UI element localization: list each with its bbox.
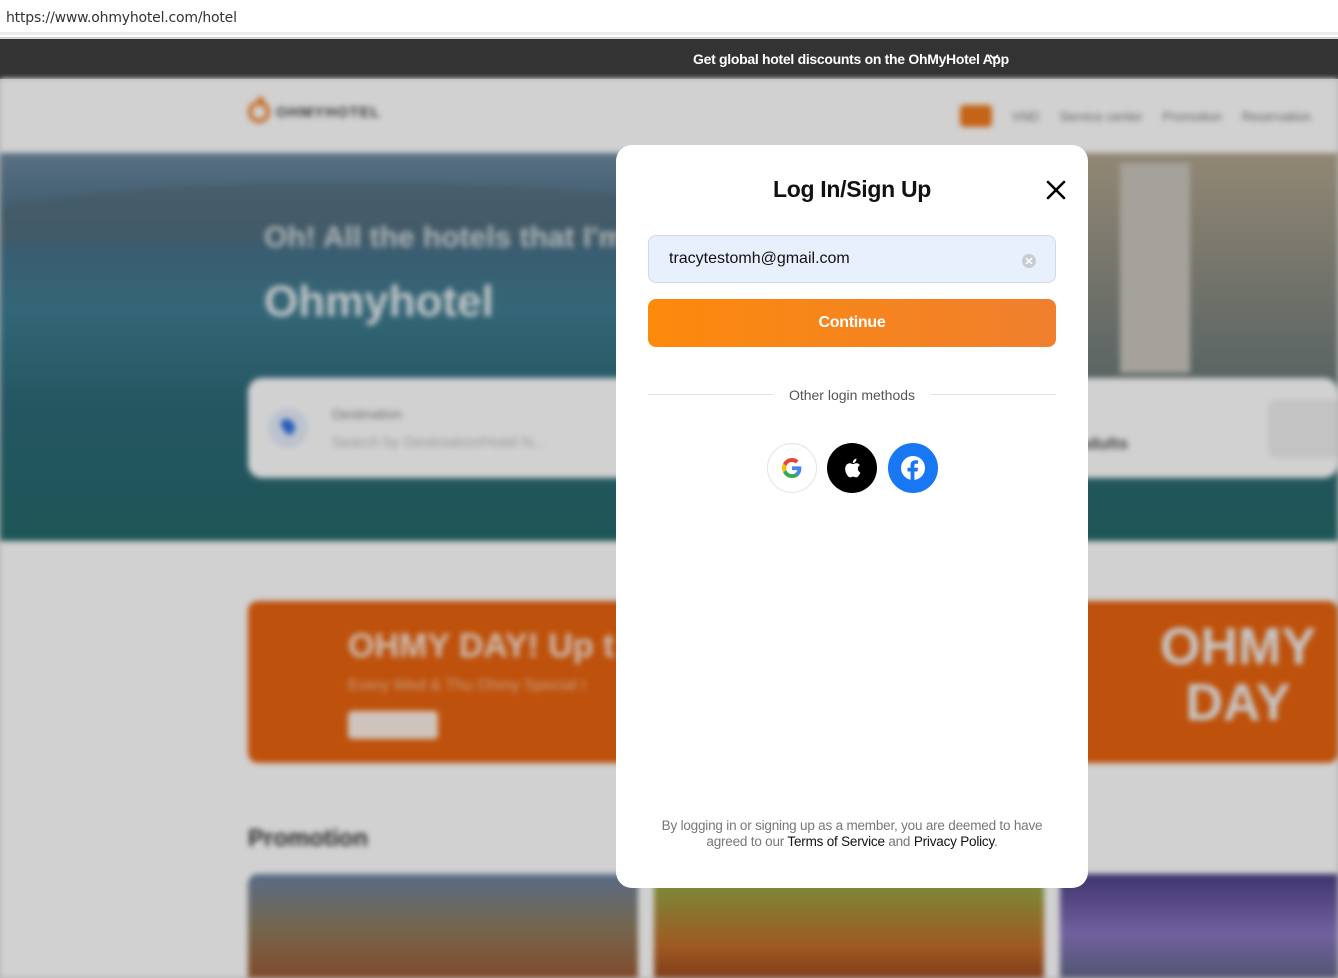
other-login-divider: Other login methods — [648, 385, 1056, 405]
privacy-policy-link[interactable]: Privacy Policy — [914, 834, 994, 849]
google-icon — [782, 458, 802, 478]
google-login-button[interactable] — [767, 443, 817, 493]
app-banner-text: Get global hotel discounts on the OhMyHo… — [693, 51, 1009, 67]
email-field — [648, 235, 1056, 283]
address-bar-divider — [0, 32, 1338, 35]
terms-suffix: . — [994, 834, 998, 849]
apple-icon — [845, 458, 861, 478]
other-login-label: Other login methods — [788, 387, 916, 403]
url-field[interactable]: https://www.ohmyhotel.com/hotel — [6, 10, 237, 26]
modal-title: Log In/Sign Up — [772, 176, 932, 202]
facebook-login-button[interactable] — [888, 443, 938, 493]
login-modal: Log In/Sign Up Continue Other login meth… — [616, 145, 1088, 888]
apple-login-button[interactable] — [827, 443, 877, 493]
terms-of-service-link[interactable]: Terms of Service — [787, 834, 885, 849]
continue-button[interactable]: Continue — [648, 299, 1056, 347]
email-input[interactable] — [669, 236, 1009, 282]
terms-notice: By logging in or signing up as a member,… — [646, 818, 1058, 850]
divider-line-right — [931, 394, 1056, 395]
app-download-banner[interactable]: Get global hotel discounts on the OhMyHo… — [0, 39, 1338, 79]
browser-address-bar: https://www.ohmyhotel.com/hotel — [0, 0, 1338, 38]
chevron-down-icon[interactable] — [988, 51, 1000, 63]
close-icon[interactable] — [1044, 178, 1068, 202]
clear-input-icon[interactable] — [1022, 254, 1036, 268]
facebook-icon — [901, 456, 925, 481]
terms-and: and — [888, 834, 911, 849]
